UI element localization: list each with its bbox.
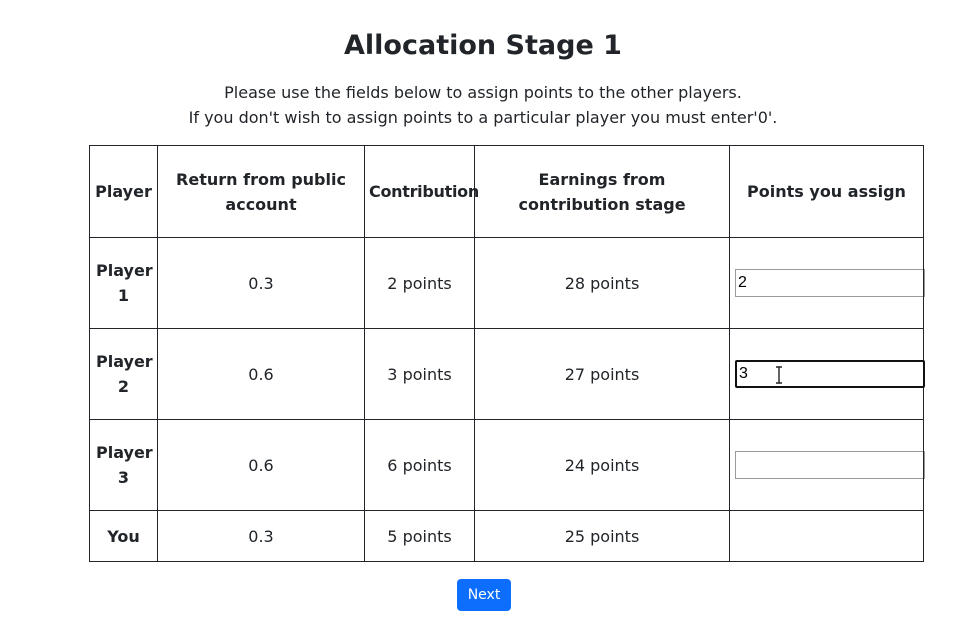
- row-contribution: 5 points: [364, 510, 475, 562]
- allocation-table: Player Return from public account Contri…: [89, 145, 925, 562]
- row-return: 0.3: [157, 237, 365, 329]
- page-title: Allocation Stage 1: [344, 30, 622, 61]
- player-1-points-input[interactable]: [735, 269, 925, 297]
- table-header-row: Player Return from public account Contri…: [89, 145, 924, 238]
- row-earnings: 25 points: [474, 510, 730, 562]
- instructions: Please use the fields below to assign po…: [0, 80, 962, 130]
- row-return: 0.3: [157, 510, 365, 562]
- row-points-cell: [729, 328, 925, 420]
- header-player: Player: [89, 145, 158, 238]
- row-contribution: 3 points: [364, 328, 475, 420]
- row-earnings: 28 points: [474, 237, 730, 329]
- focused-input-wrap: [734, 360, 925, 388]
- row-player-name: Player 1: [89, 237, 158, 329]
- header-contribution: Contribution: [364, 145, 479, 238]
- row-player-name: Player 2: [89, 328, 158, 420]
- allocation-page: Allocation Stage 1 Please use the fields…: [0, 0, 962, 619]
- table-row: Player 3 0.6 6 points 24 points: [89, 419, 925, 511]
- row-return: 0.6: [157, 419, 365, 511]
- row-points-cell: [729, 237, 925, 329]
- table-row: Player 1 0.3 2 points 28 points: [89, 237, 925, 329]
- player-3-points-input[interactable]: [735, 451, 925, 479]
- row-return: 0.6: [157, 328, 365, 420]
- instruction-line-2: If you don't wish to assign points to a …: [188, 108, 778, 127]
- row-earnings: 24 points: [474, 419, 730, 511]
- row-points-cell: [729, 419, 925, 511]
- row-contribution: 6 points: [364, 419, 475, 511]
- row-player-name: You: [89, 510, 158, 562]
- header-points-assign: Points you assign: [729, 145, 924, 238]
- table-row: Player 2 0.6 3 points 27 points: [89, 328, 925, 420]
- table-row: You 0.3 5 points 25 points: [89, 510, 924, 562]
- instruction-line-1: Please use the fields below to assign po…: [224, 83, 742, 102]
- row-points-cell-empty: [729, 510, 924, 562]
- row-earnings: 27 points: [474, 328, 730, 420]
- header-earnings: Earnings from contribution stage: [474, 145, 730, 238]
- row-contribution: 2 points: [364, 237, 475, 329]
- header-return: Return from public account: [157, 145, 365, 238]
- player-2-points-input[interactable]: [735, 360, 925, 388]
- row-player-name: Player 3: [89, 419, 158, 511]
- next-button[interactable]: Next: [457, 579, 511, 611]
